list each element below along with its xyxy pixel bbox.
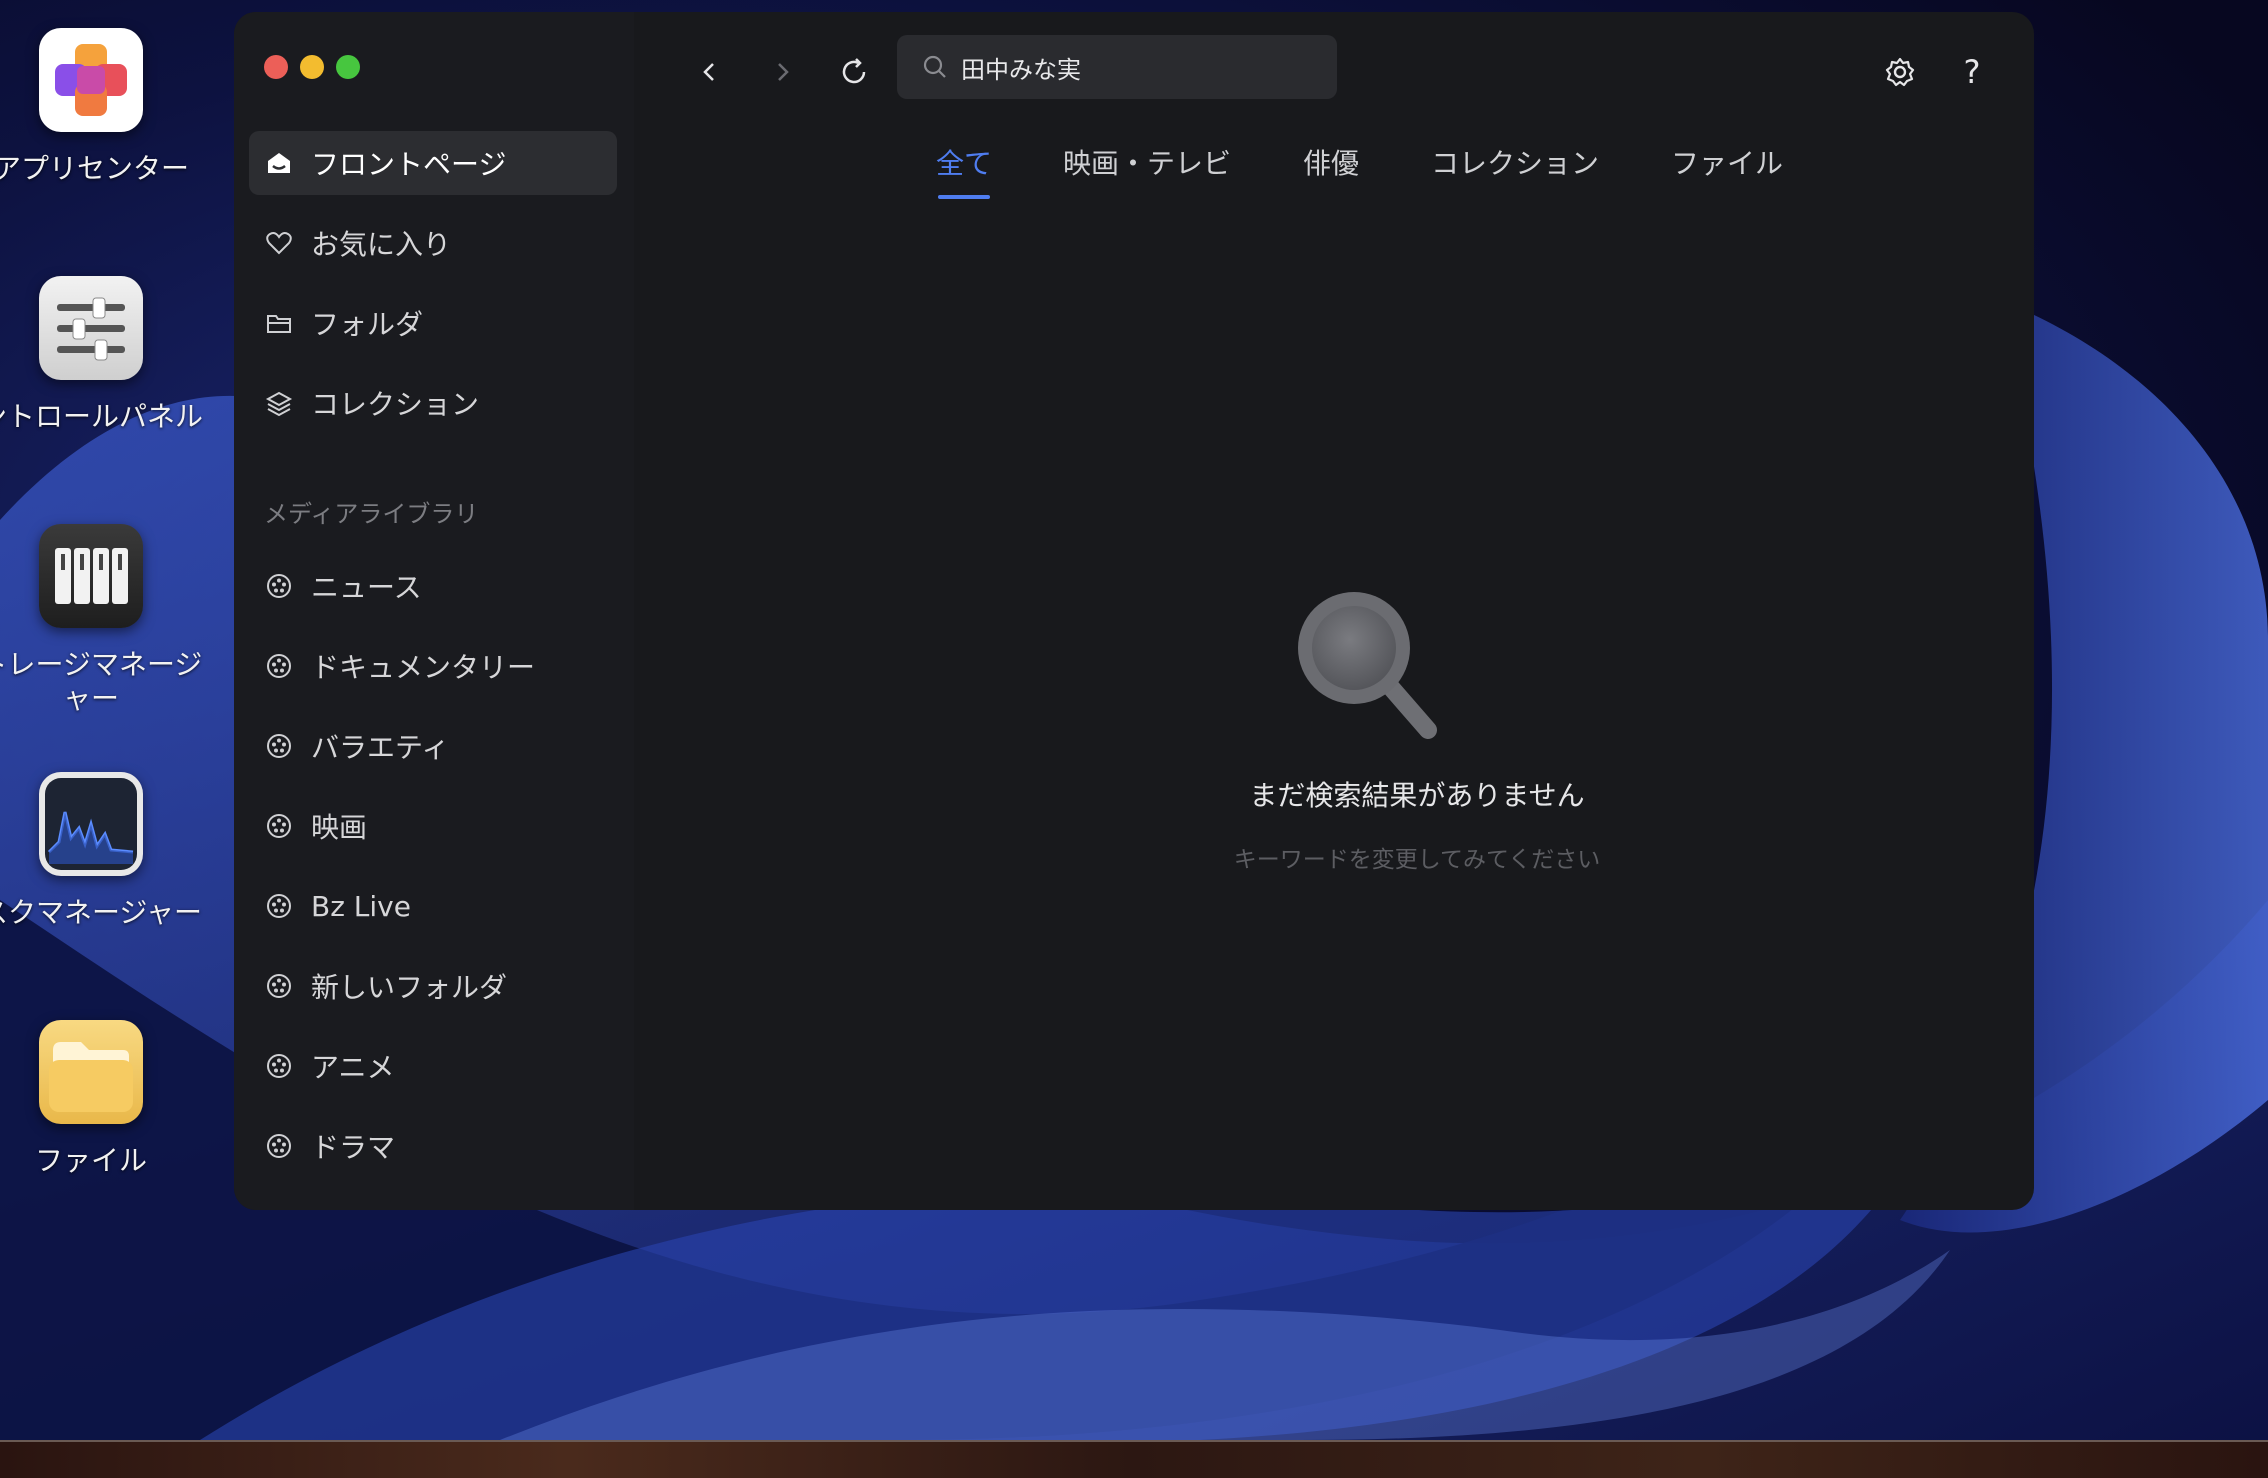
minimize-button[interactable] xyxy=(300,55,324,79)
tab-all[interactable]: 全て xyxy=(936,142,992,182)
sidebar-item-label: 新しいフォルダ xyxy=(311,971,508,1004)
refresh-button[interactable] xyxy=(832,50,876,94)
empty-state-title: まだ検索結果がありません xyxy=(1249,779,1585,812)
desktop-storage-manager[interactable]: トレージマネージ ャー xyxy=(0,524,206,716)
sidebar-item-frontpage[interactable]: フロントページ xyxy=(249,131,617,195)
heart-icon xyxy=(261,225,297,261)
settings-button[interactable] xyxy=(1878,50,1922,94)
active-tab-indicator xyxy=(938,195,990,199)
app-center-icon xyxy=(39,28,143,132)
task-manager-icon xyxy=(39,772,143,876)
control-panel-icon xyxy=(39,276,143,380)
desktop-files[interactable]: ファイル xyxy=(0,1020,206,1178)
film-reel-icon xyxy=(261,1128,297,1164)
storage-manager-icon xyxy=(39,524,143,628)
search-icon xyxy=(921,53,949,81)
sidebar-item-label: フォルダ xyxy=(311,308,424,341)
sidebar-item-label: ドキュメンタリー xyxy=(311,651,536,684)
film-reel-icon xyxy=(261,728,297,764)
film-reel-icon xyxy=(261,968,297,1004)
desktop-icon-label: アプリセンター xyxy=(0,152,189,185)
sidebar-item-label: 映画 xyxy=(311,811,368,844)
film-reel-icon xyxy=(261,648,297,684)
film-reel-icon xyxy=(261,1048,297,1084)
sidebar-item-folders[interactable]: フォルダ xyxy=(249,291,617,355)
chevron-right-icon xyxy=(778,63,789,81)
desktop-icon-label: ントロールパネル xyxy=(0,400,203,433)
sidebar-item-label: ドラマ xyxy=(311,1131,396,1164)
library-item-documentary[interactable]: ドキュメンタリー xyxy=(249,634,617,698)
desktop-control-panel[interactable]: ントロールパネル xyxy=(0,276,206,434)
desktop-app-center[interactable]: アプリセンター xyxy=(0,28,206,186)
video-station-window: フロントページ お気に入り フォルダ コレクション メディアライブラリ ニュース xyxy=(234,12,2034,1210)
empty-state-subtitle: キーワードを変更してみてください xyxy=(1233,847,1601,873)
library-item-new-folder[interactable]: 新しいフォルダ xyxy=(249,954,617,1018)
desktop-icon-label-line2: ャー xyxy=(62,682,119,715)
back-button[interactable] xyxy=(688,50,732,94)
home-icon xyxy=(261,145,297,181)
library-item-drama[interactable]: ドラマ xyxy=(249,1114,617,1178)
tab-files[interactable]: ファイル xyxy=(1671,142,1783,182)
gear-icon xyxy=(1885,57,1915,87)
library-item-news[interactable]: ニュース xyxy=(249,554,617,618)
sidebar-item-label: コレクション xyxy=(311,388,480,421)
film-reel-icon xyxy=(261,568,297,604)
library-item-bz-live[interactable]: Bz Live xyxy=(249,874,617,938)
tab-collections[interactable]: コレクション xyxy=(1431,142,1599,182)
files-icon xyxy=(39,1020,143,1124)
chevron-left-icon xyxy=(703,63,714,81)
library-item-movies[interactable]: 映画 xyxy=(249,794,617,858)
forward-button[interactable] xyxy=(760,50,804,94)
sidebar-item-label: Bz Live xyxy=(311,889,411,923)
film-reel-icon xyxy=(261,808,297,844)
search-field[interactable] xyxy=(897,35,1337,99)
sidebar-item-favorites[interactable]: お気に入り xyxy=(249,211,617,275)
dock-strip xyxy=(0,1440,2268,1478)
sidebar: フロントページ お気に入り フォルダ コレクション メディアライブラリ ニュース xyxy=(234,12,634,1210)
tab-actors[interactable]: 俳優 xyxy=(1303,142,1359,182)
folder-icon xyxy=(261,305,297,341)
search-input[interactable] xyxy=(959,52,1303,82)
desktop-icon-label: ファイル xyxy=(34,1144,147,1177)
sidebar-item-label: お気に入り xyxy=(311,228,452,261)
magnifier-icon xyxy=(1288,582,1448,756)
sidebar-item-label: バラエティ xyxy=(311,731,450,764)
layers-icon xyxy=(261,385,297,421)
desktop-icon-label: スクマネージャー xyxy=(0,896,203,929)
sidebar-item-label: フロントページ xyxy=(311,148,507,181)
library-item-anime[interactable]: アニメ xyxy=(249,1034,617,1098)
media-library-heading: メディアライブラリ xyxy=(264,500,479,528)
film-reel-icon xyxy=(261,888,297,924)
desktop-task-manager[interactable]: スクマネージャー xyxy=(0,772,206,930)
sidebar-item-collections[interactable]: コレクション xyxy=(249,371,617,435)
help-button[interactable]: ? xyxy=(1950,50,1994,94)
refresh-icon xyxy=(842,58,866,84)
zoom-button[interactable] xyxy=(336,55,360,79)
sidebar-item-label: アニメ xyxy=(311,1051,395,1084)
sidebar-item-label: ニュース xyxy=(311,571,422,604)
tab-movies-tv[interactable]: 映画・テレビ xyxy=(1063,142,1231,182)
library-item-variety[interactable]: バラエティ xyxy=(249,714,617,778)
close-button[interactable] xyxy=(264,55,288,79)
desktop-icon-label: トレージマネージ xyxy=(0,648,203,681)
